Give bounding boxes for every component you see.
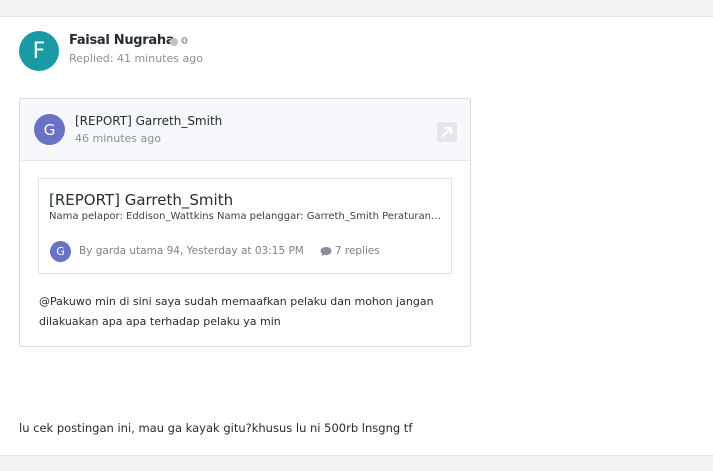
comment-bubble-icon [320, 246, 332, 256]
quoted-topic-snippet: Nama pelapor: Eddison_Wattkins Nama pela… [49, 211, 443, 222]
external-link-icon[interactable] [437, 122, 457, 142]
embed-avatar[interactable]: G [34, 114, 65, 145]
post-comment: lu cek postingan ini, mau ga kayak gitu?… [19, 421, 413, 435]
embed-time: 46 minutes ago [75, 132, 161, 145]
embed-text: @Pakuwo min di sini saya sudah memaafkan… [39, 295, 434, 328]
quoted-topic-byline: By garda utama 94, Yesterday at 03:15 PM [79, 245, 304, 257]
quoted-topic-avatar[interactable]: G [50, 241, 71, 262]
reputation-badge: 0 [170, 36, 188, 47]
replied-time: Replied: 41 minutes ago [69, 52, 203, 65]
author-avatar[interactable]: F [19, 31, 59, 71]
embed-title[interactable]: [REPORT] Garreth_Smith [75, 114, 222, 128]
embedded-post: G [REPORT] Garreth_Smith 46 minutes ago … [19, 98, 471, 347]
quoted-topic-title[interactable]: [REPORT] Garreth_Smith [49, 191, 233, 209]
reputation-dot-icon [170, 37, 178, 46]
quoted-topic-meta: By garda utama 94, Yesterday at 03:15 PM… [79, 245, 380, 257]
quoted-topic-replies[interactable]: 7 replies [320, 245, 380, 257]
embed-header: G [REPORT] Garreth_Smith 46 minutes ago [20, 99, 470, 161]
reputation-count: 0 [181, 36, 188, 47]
author-name[interactable]: Faisal Nugraha [69, 33, 175, 48]
forum-post: F Faisal Nugraha 0 Replied: 41 minutes a… [0, 16, 713, 456]
quoted-topic-replies-count: 7 replies [334, 245, 380, 257]
quoted-topic[interactable]: [REPORT] Garreth_Smith Nama pelapor: Edd… [38, 178, 452, 274]
